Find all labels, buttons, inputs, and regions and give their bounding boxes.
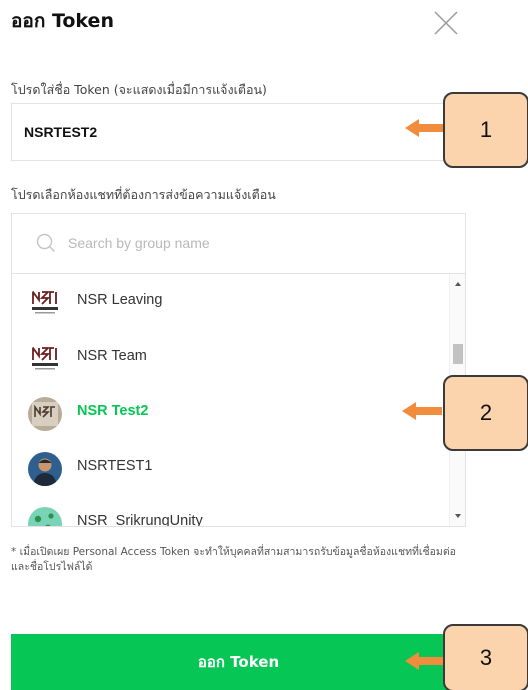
chat-name-selected: NSR Test2 <box>77 403 149 419</box>
scroll-thumb[interactable] <box>453 344 463 364</box>
chat-select-label: โปรดเลือกห้องแชทที่ต้องการส่งข้อความแจ้ง… <box>11 187 276 202</box>
token-name-input[interactable] <box>11 103 466 161</box>
annotation-callout-3: 3 <box>443 624 528 690</box>
chat-name: NSR Leaving <box>77 292 163 308</box>
chat-name: NSRTEST1 <box>77 458 153 474</box>
chat-list: NSR Leaving NSR Team NSR Test2 NSRTEST1 … <box>11 273 466 527</box>
chat-item-nsr-leaving[interactable]: NSR Leaving <box>12 274 450 330</box>
close-icon[interactable] <box>432 9 460 37</box>
group-search-input[interactable] <box>68 228 448 258</box>
token-name-label: โปรดใส่ชื่อ Token (จะแสดงเมื่อมีการแจ้งเ… <box>11 82 267 97</box>
scroll-up-arrow-icon[interactable] <box>455 282 461 286</box>
nsr-logo-photo-icon <box>28 397 62 431</box>
annotation-callout-2: 2 <box>443 375 528 451</box>
group-search-box <box>11 213 466 273</box>
nsr-technology-logo-icon <box>28 286 62 320</box>
search-icon <box>36 233 56 253</box>
chat-item-nsr-team[interactable]: NSR Team <box>12 330 450 386</box>
annotation-arrow-icon <box>405 652 445 670</box>
dialog-title: ออก Token <box>11 10 114 32</box>
chat-item-nsrtest1[interactable]: NSRTEST1 <box>12 440 450 496</box>
annotation-callout-1: 1 <box>443 92 528 168</box>
chat-item-nsr-test2[interactable]: NSR Test2 <box>12 385 450 441</box>
scroll-down-arrow-icon[interactable] <box>455 514 461 518</box>
chat-item-nsr-srikrungunity[interactable]: NSR_SrikrungUnity <box>12 495 450 527</box>
chat-name: NSR Team <box>77 348 147 364</box>
annotation-arrow-icon <box>405 119 445 137</box>
green-clover-photo-icon <box>28 507 62 526</box>
nsr-technology-logo-icon <box>28 342 62 376</box>
issue-token-button[interactable]: ออก Token <box>11 634 466 690</box>
chat-name: NSR_SrikrungUnity <box>77 513 203 527</box>
annotation-arrow-icon <box>402 402 442 420</box>
privacy-disclaimer: * เมื่อเปิดเผย Personal Access Token จะท… <box>11 546 456 573</box>
person-photo-icon <box>28 452 62 486</box>
